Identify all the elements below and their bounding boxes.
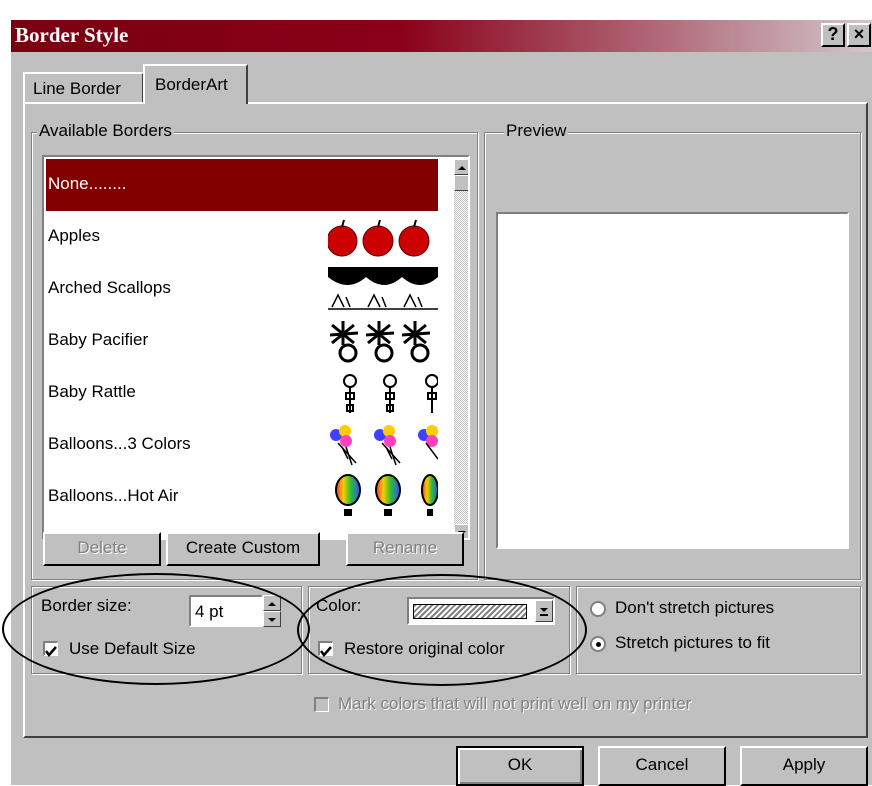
- list-item[interactable]: Apples: [46, 211, 438, 263]
- annotation-ellipse-color: [297, 574, 587, 686]
- dont-stretch-label: Don't stretch pictures: [615, 598, 775, 617]
- scroll-up-button[interactable]: [454, 159, 468, 175]
- help-button[interactable]: ?: [821, 23, 845, 47]
- preview-pane: [496, 212, 849, 549]
- list-item[interactable]: Baby Pacifier: [46, 315, 438, 367]
- baby-rattle-icon: [343, 374, 438, 413]
- dont-stretch-radio[interactable]: [590, 601, 606, 617]
- title-bar[interactable]: Border Style ? ×: [11, 20, 872, 52]
- close-button[interactable]: ×: [847, 23, 871, 47]
- stretch-to-fit-label: Stretch pictures to fit: [615, 633, 770, 652]
- create-custom-button[interactable]: Create Custom: [166, 532, 320, 566]
- tab-line-border[interactable]: Line Border: [23, 72, 144, 102]
- border-style-dialog: Border Style ? × Line Border BorderArt A…: [2, 18, 872, 786]
- annotation-ellipse-border-size: [2, 573, 310, 685]
- stretch-to-fit-radio[interactable]: [590, 636, 606, 652]
- window-title: Border Style: [15, 23, 129, 47]
- baby-pacifier-icon: [329, 321, 431, 363]
- list-item[interactable]: Balloons...3 Colors: [46, 419, 438, 471]
- balloons-icon: [330, 425, 438, 466]
- list-item[interactable]: Baby Rattle: [46, 367, 438, 419]
- tab-borderart-label: BorderArt: [155, 75, 228, 94]
- scroll-thumb[interactable]: [454, 175, 468, 191]
- list-item[interactable]: None........: [46, 159, 438, 211]
- tab-borderart[interactable]: BorderArt: [143, 64, 248, 104]
- list-item[interactable]: Balloons...Hot Air: [46, 471, 438, 523]
- available-borders-label: Available Borders: [37, 121, 174, 141]
- rename-button[interactable]: Rename: [346, 532, 464, 566]
- apple-icon: [328, 219, 430, 257]
- mark-colors-checkbox[interactable]: [314, 697, 329, 712]
- arched-scallop-icon: [328, 267, 438, 310]
- apply-button[interactable]: Apply: [740, 746, 868, 786]
- preview-label: Preview: [504, 121, 569, 141]
- ok-button[interactable]: OK: [456, 746, 584, 786]
- arrow-up-icon: [458, 166, 466, 170]
- list-scrollbar[interactable]: [454, 159, 468, 538]
- mark-colors-label: Mark colors that will not print well on …: [338, 694, 692, 713]
- tab-line-border-label: Line Border: [33, 79, 121, 98]
- hot-air-balloon-icon: [335, 474, 438, 516]
- delete-button[interactable]: Delete: [43, 532, 161, 566]
- available-borders-list[interactable]: None........ Apples Arched Scallops Baby…: [42, 155, 470, 540]
- list-item[interactable]: Arched Scallops: [46, 263, 438, 315]
- cancel-button[interactable]: Cancel: [598, 746, 726, 786]
- radio-selected-dot: [596, 642, 601, 647]
